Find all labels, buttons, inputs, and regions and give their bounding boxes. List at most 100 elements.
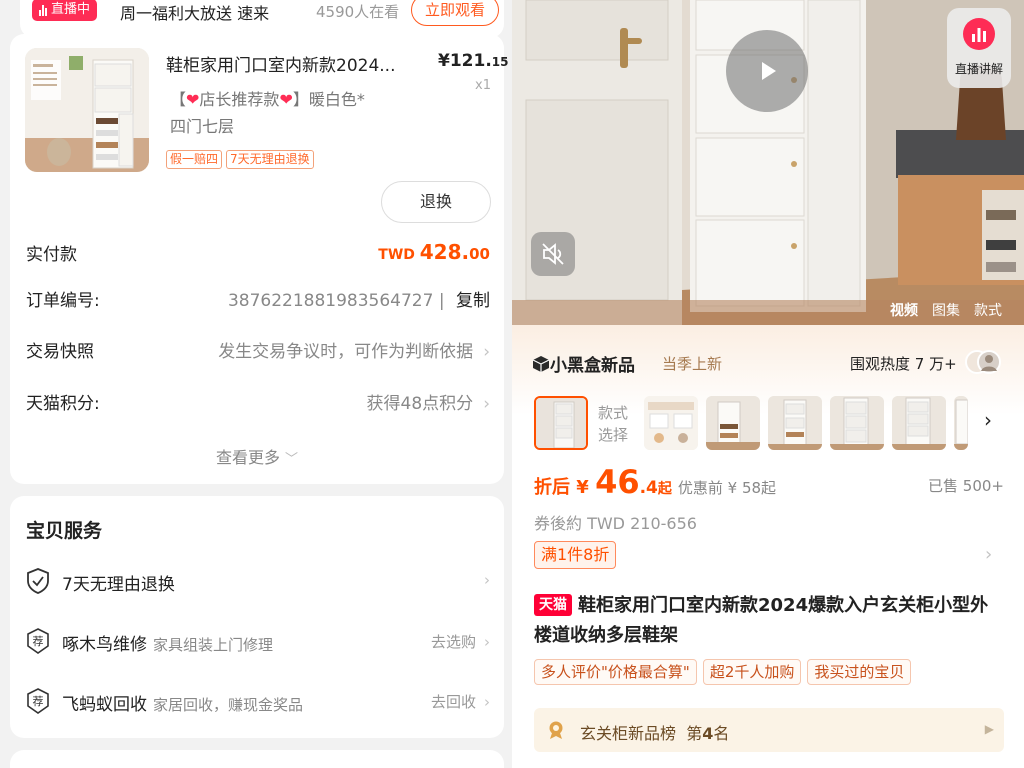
live-explain-label: 直播讲解 (954, 62, 1003, 76)
product-video[interactable]: 直播讲解 视频 图集 款式 (512, 0, 1024, 325)
style-select-label: 款式选择 (598, 404, 629, 444)
tab-styles[interactable]: 款式 (974, 300, 1002, 320)
paid-label: 实付款 (26, 245, 77, 265)
black-box-icon (532, 355, 550, 373)
muted-speaker-icon (542, 243, 564, 265)
service-action[interactable]: 去回收 › (431, 691, 490, 712)
live-chart-icon (963, 18, 995, 50)
copy-order-button[interactable]: 复制 (456, 291, 490, 311)
price-suffix: 起 (657, 481, 672, 497)
order-detail-panel: 直播中 周一福利大放送 速来 4590人在看 立即观看 鞋柜家用门口室内新款20… (0, 0, 512, 768)
points-text: 获得48点积分 (366, 394, 474, 414)
style-swatch[interactable] (768, 396, 822, 450)
mute-button[interactable] (531, 232, 575, 276)
chevron-right-icon: › (483, 394, 490, 414)
price-row: 折后 ¥ 46.4起 优惠前 ¥ 58起 已售 500+ (534, 463, 1004, 503)
service-desc: 家居回收，赚现金奖品 (153, 696, 304, 714)
refund-button[interactable]: 退换 (381, 181, 491, 223)
promo-tag[interactable]: 满1件8折 (534, 541, 617, 569)
live-badge: 直播中 (32, 0, 98, 21)
tab-video[interactable]: 视频 (890, 300, 918, 320)
tab-gallery[interactable]: 图集 (932, 300, 960, 320)
service-item-recycle[interactable]: 荐 飞蚂蚁回收 家居回收，赚现金奖品 去回收 › (26, 688, 490, 718)
view-more-button[interactable]: 查看更多 ﹀ (10, 444, 504, 468)
live-bars-icon (39, 4, 47, 16)
ranking-banner[interactable]: 玄关柜新品榜 第4名 ▶ (534, 708, 1004, 752)
style-swatch[interactable] (644, 396, 698, 450)
spec-mid: 店长推荐款 (199, 90, 280, 109)
service-title: 宝贝服务 (26, 520, 103, 542)
watch-live-button[interactable]: 立即观看 (411, 0, 499, 26)
view-heat: 围观热度 7 万+ (850, 355, 957, 373)
order-number-value: 3876221881983564727 | 复制 (227, 291, 490, 311)
product-spec: 【❤店长推荐款❤】暖白色* 四门七层 (170, 86, 420, 140)
order-number-row: 订单编号: 3876221881983564727 | 复制 (26, 286, 490, 316)
spec-prefix: 【 (170, 90, 187, 109)
tmall-badge: 天猫 (534, 594, 572, 616)
live-viewers: 4590人在看 (316, 3, 400, 21)
product-detail-panel: 直播讲解 视频 图集 款式 小黑盒新品 当季上新 围观热度 7 万+ 款式选择 (512, 0, 1024, 768)
next-card (10, 750, 504, 768)
style-swatch[interactable] (830, 396, 884, 450)
product-highlights: 多人评价"价格最合算" 超2千人加购 我买过的宝贝 (534, 659, 912, 685)
original-price: 优惠前 ¥ 58起 (677, 479, 777, 497)
paid-amount: TWD 428.00 (378, 240, 490, 264)
paid-dec: 00 (469, 245, 490, 263)
points-row[interactable]: 天猫积分: 获得48点积分 › (26, 389, 490, 419)
snapshot-label: 交易快照 (26, 342, 94, 362)
highlight-chip[interactable]: 我买过的宝贝 (807, 659, 912, 685)
snapshot-text: 发生交易争议时，可作为判断依据 (218, 342, 474, 362)
product-quantity: x1 (475, 78, 491, 93)
shield-check-icon (27, 568, 49, 594)
style-swatch[interactable] (892, 396, 946, 450)
paid-row: 实付款 TWD 428.00 (26, 240, 490, 270)
service-item-repair[interactable]: 荐 啄木鸟维修 家具组装上门修理 去选购 › (26, 628, 490, 658)
chevron-right-icon: › (484, 693, 490, 711)
chevron-right-icon[interactable]: › (984, 408, 992, 432)
price-int: 121. (449, 51, 492, 71)
live-banner[interactable]: 直播中 周一福利大放送 速来 4590人在看 立即观看 (20, 0, 504, 38)
ranking-text: 玄关柜新品榜 第4名 (580, 720, 729, 744)
live-title: 周一福利大放送 速来 (120, 4, 270, 23)
medal-icon (549, 721, 563, 739)
snapshot-row[interactable]: 交易快照 发生交易争议时，可作为判断依据 › (26, 337, 490, 367)
triangle-right-icon: ▶ (984, 722, 994, 736)
viewer-avatars (964, 349, 1004, 375)
live-badge-label: 直播中 (51, 2, 91, 17)
price-dec: 15 (491, 55, 509, 69)
chevron-right-icon: › (484, 571, 490, 589)
product-title[interactable]: 鞋柜家用门口室内新款2024... (166, 51, 416, 76)
tag-7day-return: 7天无理由退换 (226, 150, 314, 169)
product-thumbnail[interactable] (25, 48, 149, 172)
style-swatch[interactable] (954, 396, 968, 450)
play-icon (762, 62, 776, 80)
highlight-chip[interactable]: 超2千人加购 (702, 659, 802, 685)
order-number: 3876221881983564727 (227, 291, 434, 311)
recommend-badge-icon: 荐 (27, 628, 49, 654)
ranking-prefix: 第 (686, 724, 703, 743)
service-label: 啄木鸟维修 家具组装上门修理 (62, 630, 273, 655)
service-label-text: 7天无理由退换 (62, 575, 175, 595)
style-swatch[interactable] (706, 396, 760, 450)
order-card: 鞋柜家用门口室内新款2024... ¥121.15 x1 【❤店长推荐款❤】暖白… (10, 34, 509, 484)
new-arrival-brand[interactable]: 小黑盒新品 (532, 351, 635, 376)
service-action[interactable]: 去选购 › (431, 631, 490, 652)
media-tabs: 视频 图集 款式 (890, 300, 1002, 320)
spec-suffix: 】暖白色* (292, 90, 365, 109)
new-arrival-brand-text: 小黑盒新品 (550, 356, 635, 376)
points-value: 获得48点积分 › (367, 389, 490, 414)
svg-text:荐: 荐 (33, 635, 44, 648)
highlight-chip[interactable]: 多人评价"价格最合算" (534, 659, 697, 685)
play-button[interactable] (726, 30, 808, 112)
paid-currency: TWD (378, 247, 420, 263)
tag-fake-compensation: 假一赔四 (166, 150, 223, 169)
svg-text:荐: 荐 (33, 695, 44, 708)
product-price: ¥121.15 (438, 51, 509, 71)
live-explain-button[interactable]: 直播讲解 (947, 8, 1011, 88)
service-item-return[interactable]: 7天无理由退换 › (26, 568, 490, 598)
product-title-full: 天猫 鞋柜家用门口室内新款2024爆款入户玄关柜小型外楼道收纳多层鞋架 (534, 591, 1004, 651)
price-symbol: ¥ (438, 51, 450, 71)
style-swatch[interactable] (534, 396, 588, 450)
order-number-label: 订单编号: (26, 291, 100, 311)
chevron-right-icon[interactable]: › (985, 544, 992, 565)
